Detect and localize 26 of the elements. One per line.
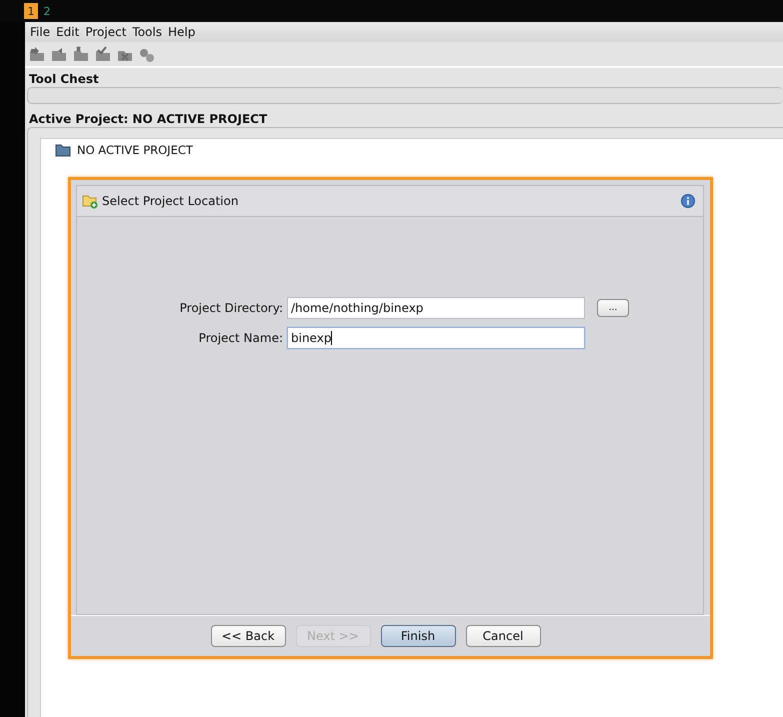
dialog-button[interactable]: Finish xyxy=(380,625,456,647)
dialog-button[interactable]: << Back xyxy=(210,625,286,647)
dialog-button[interactable]: Cancel xyxy=(466,625,540,647)
info-icon xyxy=(681,194,695,208)
tree-item[interactable]: NO ACTIVE PROJECT xyxy=(77,143,193,157)
menu-item[interactable]: Project xyxy=(85,25,126,39)
section-title: Active Project: NO ACTIVE PROJECT xyxy=(28,111,268,127)
dialog-title: Select Project Location xyxy=(102,194,240,208)
workspace-tag[interactable]: 2 xyxy=(40,3,54,19)
menu-item[interactable]: Edit xyxy=(56,25,80,39)
folder-arrow-icon[interactable] xyxy=(28,46,46,62)
input-field[interactable]: /home/nothing/binexp xyxy=(287,297,585,319)
folder-arrow-icon[interactable] xyxy=(50,46,68,62)
menu-item[interactable]: Tools xyxy=(132,25,162,39)
field-label: Project Name: xyxy=(198,331,283,345)
browse-button[interactable]: ... xyxy=(597,299,629,317)
folder-add-icon xyxy=(82,193,98,209)
input-field[interactable]: binexp xyxy=(287,327,585,349)
workspace-tag[interactable]: 1 xyxy=(24,3,38,19)
folder-cross-icon[interactable] xyxy=(72,46,90,62)
section-title: Tool Chest xyxy=(28,71,100,87)
folder-icon xyxy=(55,143,71,157)
folder-check-icon[interactable] xyxy=(94,46,112,62)
menu-item[interactable]: Help xyxy=(168,25,196,39)
menu-item[interactable]: File xyxy=(30,25,50,39)
field-label: Project Directory: xyxy=(178,301,283,315)
